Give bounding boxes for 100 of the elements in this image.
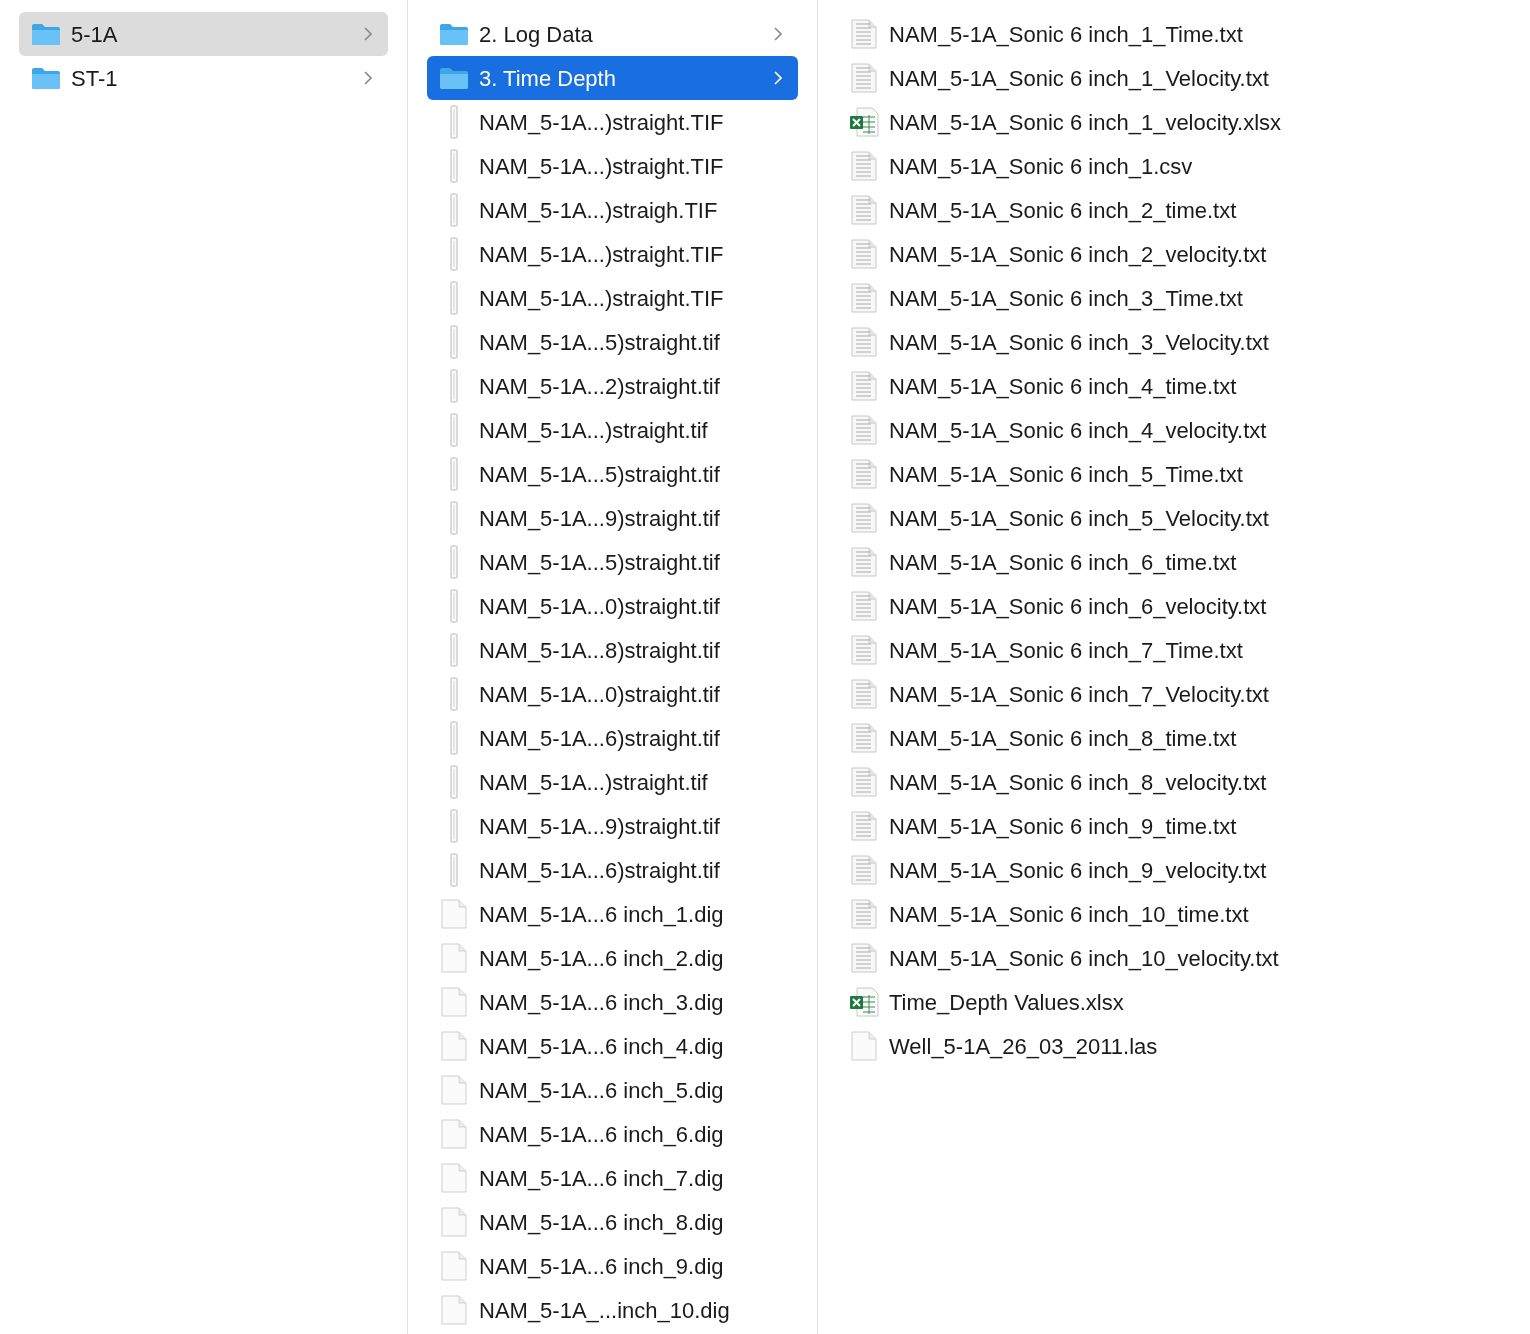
file-item[interactable]: NAM_5-1A...5)straight.tif — [427, 540, 798, 584]
file-item[interactable]: Time_Depth Values.xlsx — [837, 980, 1511, 1024]
text-document-icon — [851, 943, 877, 973]
file-name: NAM_5-1A...0)straight.tif — [479, 592, 721, 621]
folder-item[interactable]: ST-1 — [19, 56, 388, 100]
file-item[interactable]: NAM_5-1A...)straight.TIF — [427, 276, 798, 320]
file-name: Well_5-1A_26_03_2011.las — [889, 1032, 1159, 1061]
file-item[interactable]: NAM_5-1A...)straigh.TIF — [427, 188, 798, 232]
file-item[interactable]: NAM_5-1A...6 inch_7.dig — [427, 1156, 798, 1200]
file-name: NAM_5-1A_Sonic 6 inch_1_Velocity.txt — [889, 64, 1270, 93]
file-name: NAM_5-1A_Sonic 6 inch_1_Time.txt — [889, 20, 1244, 49]
folder-icon — [439, 22, 469, 46]
file-item[interactable]: NAM_5-1A...6)straight.tif — [427, 716, 798, 760]
file-name: 5-1A — [71, 20, 119, 49]
file-item[interactable]: NAM_5-1A...)straight.TIF — [427, 100, 798, 144]
file-item[interactable]: NAM_5-1A_Sonic 6 inch_4_velocity.txt — [837, 408, 1511, 452]
file-item[interactable]: NAM_5-1A_Sonic 6 inch_3_Time.txt — [837, 276, 1511, 320]
file-item[interactable]: NAM_5-1A_Sonic 6 inch_1_Time.txt — [837, 12, 1511, 56]
file-item[interactable]: NAM_5-1A...9)straight.tif — [427, 804, 798, 848]
file-name: NAM_5-1A_Sonic 6 inch_3_Velocity.txt — [889, 328, 1270, 357]
file-name: NAM_5-1A_Sonic 6 inch_2_velocity.txt — [889, 240, 1268, 269]
file-item[interactable]: NAM_5-1A_Sonic 6 inch_1.csv — [837, 144, 1511, 188]
blank-document-icon — [441, 1295, 467, 1325]
thin-file-icon — [450, 149, 458, 183]
text-document-icon — [851, 591, 877, 621]
file-item[interactable]: NAM_5-1A...)straight.TIF — [427, 232, 798, 276]
file-item[interactable]: NAM_5-1A_Sonic 6 inch_6_time.txt — [837, 540, 1511, 584]
blank-document-icon — [441, 899, 467, 929]
thin-file-icon — [450, 501, 458, 535]
file-name: NAM_5-1A_Sonic 6 inch_6_velocity.txt — [889, 592, 1268, 621]
file-item[interactable]: NAM_5-1A...6 inch_9.dig — [427, 1244, 798, 1288]
chevron-right-icon — [774, 27, 782, 41]
file-item[interactable]: NAM_5-1A...9)straight.tif — [427, 496, 798, 540]
file-item[interactable]: Well_5-1A_26_03_2011.las — [837, 1024, 1511, 1068]
file-item[interactable]: NAM_5-1A_Sonic 6 inch_1_velocity.xlsx — [837, 100, 1511, 144]
file-name: NAM_5-1A_Sonic 6 inch_7_Velocity.txt — [889, 680, 1270, 709]
file-item[interactable]: NAM_5-1A...6 inch_8.dig — [427, 1200, 798, 1244]
file-item[interactable]: NAM_5-1A...6 inch_3.dig — [427, 980, 798, 1024]
file-item[interactable]: NAM_5-1A...)straight.tif — [427, 408, 798, 452]
file-item[interactable]: NAM_5-1A...5)straight.tif — [427, 452, 798, 496]
file-item[interactable]: NAM_5-1A...5)straight.tif — [427, 320, 798, 364]
folder-item[interactable]: 2. Log Data — [427, 12, 798, 56]
text-document-icon — [851, 811, 877, 841]
file-item[interactable]: NAM_5-1A_Sonic 6 inch_9_time.txt — [837, 804, 1511, 848]
file-item[interactable]: NAM_5-1A...6)straight.tif — [427, 848, 798, 892]
text-document-icon — [851, 855, 877, 885]
file-name: Time_Depth Values.xlsx — [889, 988, 1125, 1017]
file-item[interactable]: NAM_5-1A...0)straight.tif — [427, 584, 798, 628]
blank-document-icon — [441, 987, 467, 1017]
file-name: NAM_5-1A...)straight.TIF — [479, 240, 725, 269]
file-item[interactable]: NAM_5-1A_...inch_10.dig — [427, 1288, 798, 1332]
folder-item[interactable]: 3. Time Depth — [427, 56, 798, 100]
file-item[interactable]: NAM_5-1A_Sonic 6 inch_5_Time.txt — [837, 452, 1511, 496]
folder-item[interactable]: 5-1A — [19, 12, 388, 56]
file-item[interactable]: NAM_5-1A...6 inch_2.dig — [427, 936, 798, 980]
file-item[interactable]: NAM_5-1A_Sonic 6 inch_8_time.txt — [837, 716, 1511, 760]
file-item[interactable]: NAM_5-1A...2)straight.tif — [427, 364, 798, 408]
file-item[interactable]: NAM_5-1A...0)straight.tif — [427, 672, 798, 716]
file-item[interactable]: NAM_5-1A...6 inch_1.dig — [427, 892, 798, 936]
thin-file-icon — [450, 105, 458, 139]
file-name: NAM_5-1A...)straigh.TIF — [479, 196, 719, 225]
file-name: NAM_5-1A_Sonic 6 inch_6_time.txt — [889, 548, 1238, 577]
file-item[interactable]: NAM_5-1A...)straight.tif — [427, 760, 798, 804]
file-name: NAM_5-1A...0)straight.tif — [479, 680, 721, 709]
file-item[interactable]: NAM_5-1A_Sonic 6 inch_1_Velocity.txt — [837, 56, 1511, 100]
file-item[interactable]: NAM_5-1A...6 inch_4.dig — [427, 1024, 798, 1068]
file-name: NAM_5-1A...6)straight.tif — [479, 724, 721, 753]
file-name: NAM_5-1A...)straight.tif — [479, 416, 709, 445]
text-document-icon — [851, 63, 877, 93]
file-name: NAM_5-1A_Sonic 6 inch_8_time.txt — [889, 724, 1238, 753]
file-item[interactable]: NAM_5-1A_Sonic 6 inch_5_Velocity.txt — [837, 496, 1511, 540]
file-item[interactable]: NAM_5-1A_Sonic 6 inch_3_Velocity.txt — [837, 320, 1511, 364]
file-item[interactable]: NAM_5-1A_Sonic 6 inch_10_time.txt — [837, 892, 1511, 936]
file-name: NAM_5-1A_Sonic 6 inch_7_Time.txt — [889, 636, 1244, 665]
text-document-icon — [851, 239, 877, 269]
file-name: NAM_5-1A...9)straight.tif — [479, 812, 721, 841]
file-item[interactable]: NAM_5-1A_Sonic 6 inch_7_Velocity.txt — [837, 672, 1511, 716]
spreadsheet-icon — [849, 987, 879, 1017]
file-item[interactable]: NAM_5-1A_Sonic 6 inch_7_Time.txt — [837, 628, 1511, 672]
thin-file-icon — [450, 853, 458, 887]
file-item[interactable]: NAM_5-1A...6 inch_5.dig — [427, 1068, 798, 1112]
blank-document-icon — [441, 1163, 467, 1193]
file-item[interactable]: NAM_5-1A...8)straight.tif — [427, 628, 798, 672]
text-document-icon — [851, 327, 877, 357]
file-item[interactable]: NAM_5-1A_Sonic 6 inch_9_velocity.txt — [837, 848, 1511, 892]
file-name: NAM_5-1A...6 inch_8.dig — [479, 1208, 725, 1237]
file-item[interactable]: NAM_5-1A_Sonic 6 inch_2_velocity.txt — [837, 232, 1511, 276]
chevron-right-icon — [774, 71, 782, 85]
file-item[interactable]: NAM_5-1A_Sonic 6 inch_2_time.txt — [837, 188, 1511, 232]
file-item[interactable]: NAM_5-1A...)straight.TIF — [427, 144, 798, 188]
text-document-icon — [851, 899, 877, 929]
blank-document-icon — [441, 1119, 467, 1149]
blank-document-icon — [441, 943, 467, 973]
file-item[interactable]: NAM_5-1A_Sonic 6 inch_6_velocity.txt — [837, 584, 1511, 628]
file-item[interactable]: NAM_5-1A_Sonic 6 inch_10_velocity.txt — [837, 936, 1511, 980]
file-name: ST-1 — [71, 64, 119, 93]
file-item[interactable]: NAM_5-1A_Sonic 6 inch_4_time.txt — [837, 364, 1511, 408]
file-item[interactable]: NAM_5-1A_Sonic 6 inch_8_velocity.txt — [837, 760, 1511, 804]
blank-document-icon — [441, 1075, 467, 1105]
file-item[interactable]: NAM_5-1A...6 inch_6.dig — [427, 1112, 798, 1156]
